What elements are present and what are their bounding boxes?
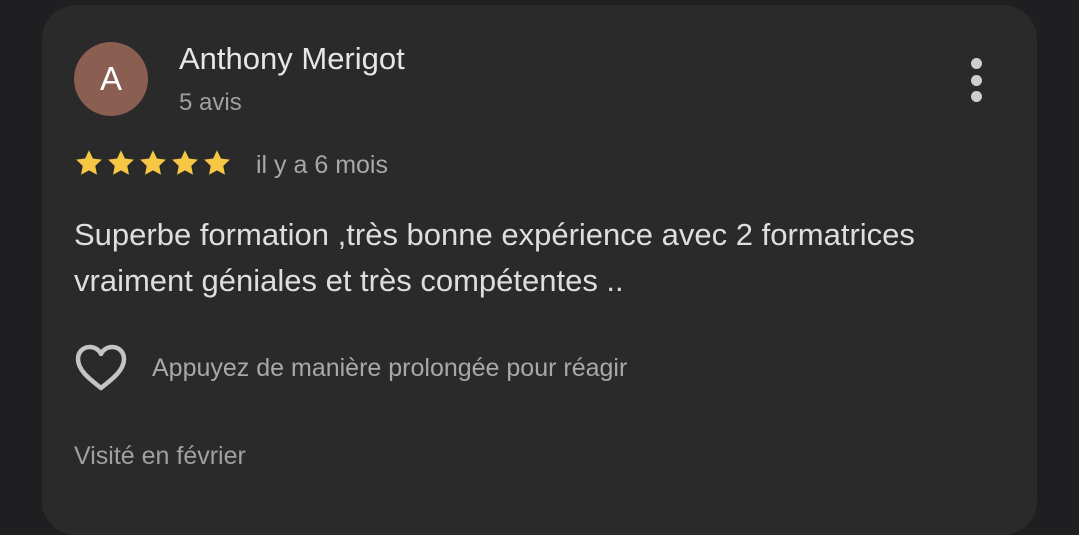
- review-text: Superbe formation ,très bonne expérience…: [74, 217, 915, 298]
- more-vert-icon-dot: [970, 91, 982, 102]
- heart-outline-icon: [75, 344, 127, 391]
- star-icon: [204, 150, 230, 175]
- more-options-button[interactable]: [956, 55, 996, 105]
- star-icon: [140, 150, 166, 175]
- visit-info: Visité en février: [74, 442, 246, 470]
- react-button[interactable]: Appuyez de manière prolongée pour réagir: [74, 343, 627, 393]
- author-name[interactable]: Anthony Merigot: [179, 41, 405, 77]
- review-date: il y a 6 mois: [256, 151, 388, 179]
- more-vert-icon-dot: [970, 58, 982, 69]
- review-count: 5 avis: [179, 89, 242, 116]
- more-vert-icon-dot: [970, 74, 982, 86]
- avatar[interactable]: A: [74, 42, 148, 116]
- react-hint-label: Appuyez de manière prolongée pour réagir: [152, 353, 628, 382]
- review-card: A Anthony Merigot 5 avis il y a 6 mois S…: [42, 5, 1037, 535]
- star-icon: [108, 150, 134, 175]
- star-icon: [76, 150, 102, 175]
- star-rating: [74, 148, 232, 178]
- avatar-letter: A: [99, 60, 122, 97]
- star-icon: [172, 150, 198, 175]
